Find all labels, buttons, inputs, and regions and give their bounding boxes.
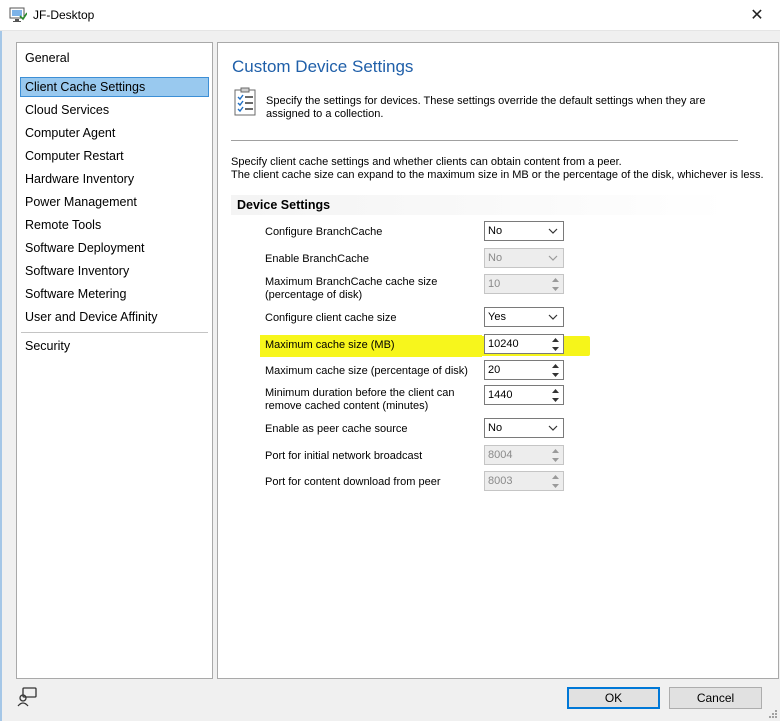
settings-nav-list: General Client Cache Settings Cloud Serv… <box>16 42 213 679</box>
select-enable-peer-cache-source[interactable]: No <box>484 418 564 438</box>
spin-value: 20 <box>488 364 501 376</box>
close-button[interactable]: ✕ <box>734 0 780 30</box>
spin-down-button[interactable] <box>548 455 563 464</box>
nav-item-computer-restart[interactable]: Computer Restart <box>20 146 209 166</box>
spin-value: 10240 <box>488 338 519 350</box>
nav-item-client-cache-settings[interactable]: Client Cache Settings <box>20 77 209 97</box>
label-port-initial-broadcast: Port for initial network broadcast <box>265 450 423 462</box>
spin-up-icon <box>552 448 559 453</box>
spin-buttons <box>548 386 563 404</box>
spin-down-button[interactable] <box>548 370 563 379</box>
page-title: Custom Device Settings <box>232 57 414 76</box>
nav-item-software-inventory[interactable]: Software Inventory <box>20 261 209 281</box>
spin-up-icon <box>552 363 559 368</box>
spin-down-button[interactable] <box>548 395 563 404</box>
select-value: No <box>488 422 503 434</box>
spin-up-icon <box>552 277 559 282</box>
spin-down-icon <box>552 286 559 291</box>
nav-item-software-metering[interactable]: Software Metering <box>20 284 209 304</box>
spin-down-button[interactable] <box>548 284 563 293</box>
spin-up-icon <box>552 337 559 342</box>
device-settings-icon <box>9 7 27 22</box>
ok-button[interactable]: OK <box>567 687 660 709</box>
label-max-cache-size-mb: Maximum cache size (MB) <box>265 339 395 351</box>
user-feedback-icon[interactable] <box>16 686 38 708</box>
nav-item-security[interactable]: Security <box>20 336 209 356</box>
label-min-duration-before-remove: Minimum duration before the client can r… <box>265 387 455 412</box>
window-title: JF-Desktop <box>33 8 95 22</box>
spin-value: 8003 <box>488 475 513 487</box>
label-max-cache-size-percent: Maximum cache size (percentage of disk) <box>265 365 468 377</box>
spin-up-button[interactable] <box>548 446 563 455</box>
spin-up-button[interactable] <box>548 472 563 481</box>
spin-down-button[interactable] <box>548 481 563 490</box>
spin-buttons <box>548 361 563 379</box>
resize-grip-icon[interactable] <box>768 709 778 719</box>
chevron-down-icon <box>548 314 558 320</box>
chevron-down-icon <box>548 425 558 431</box>
title-bar: JF-Desktop ✕ <box>0 0 780 31</box>
spin-max-cache-size-percent[interactable]: 20 <box>484 360 564 380</box>
spin-up-button[interactable] <box>548 361 563 370</box>
spin-up-button[interactable] <box>548 275 563 284</box>
description-line-1: Specify client cache settings and whethe… <box>231 156 622 168</box>
nav-item-software-deployment[interactable]: Software Deployment <box>20 238 209 258</box>
select-value: Yes <box>488 311 506 323</box>
nav-item-hardware-inventory[interactable]: Hardware Inventory <box>20 169 209 189</box>
label-max-branchcache-size: Maximum BranchCache cache size (percenta… <box>265 276 438 301</box>
select-enable-branchcache[interactable]: No <box>484 248 564 268</box>
select-value: No <box>488 252 503 264</box>
header-divider <box>231 140 738 141</box>
nav-item-power-management[interactable]: Power Management <box>20 192 209 212</box>
spin-buttons <box>548 335 563 353</box>
spin-down-button[interactable] <box>548 344 563 353</box>
description-text: Specify client cache settings and whethe… <box>231 156 776 182</box>
label-configure-client-cache-size: Configure client cache size <box>265 312 397 324</box>
spin-port-initial-broadcast[interactable]: 8004 <box>484 445 564 465</box>
spin-down-icon <box>552 483 559 488</box>
nav-item-cloud-services[interactable]: Cloud Services <box>20 100 209 120</box>
nav-item-general[interactable]: General <box>20 48 209 68</box>
intro-text: Specify the settings for devices. These … <box>266 95 706 120</box>
spin-down-icon <box>552 372 559 377</box>
select-configure-client-cache-size[interactable]: Yes <box>484 307 564 327</box>
spin-value: 10 <box>488 278 501 290</box>
label-enable-branchcache: Enable BranchCache <box>265 253 369 265</box>
select-value: No <box>488 225 503 237</box>
spin-buttons <box>548 275 563 293</box>
spin-up-button[interactable] <box>548 386 563 395</box>
spin-buttons <box>548 472 563 490</box>
spin-up-icon <box>552 388 559 393</box>
spin-min-duration[interactable]: 1440 <box>484 385 564 405</box>
spin-max-branchcache-size[interactable]: 10 <box>484 274 564 294</box>
window-edge <box>0 31 2 721</box>
spin-buttons <box>548 446 563 464</box>
section-header-device-settings: Device Settings <box>231 195 728 215</box>
spin-port-content-download[interactable]: 8003 <box>484 471 564 491</box>
nav-separator <box>21 332 208 333</box>
close-icon: ✕ <box>750 7 764 24</box>
chevron-down-icon <box>548 228 558 234</box>
spin-down-icon <box>552 457 559 462</box>
select-configure-branchcache[interactable]: No <box>484 221 564 241</box>
chevron-down-icon <box>548 255 558 261</box>
spin-value: 8004 <box>488 449 513 461</box>
label-port-content-download: Port for content download from peer <box>265 476 441 488</box>
cancel-button[interactable]: Cancel <box>669 687 762 709</box>
nav-item-user-and-device-affinity[interactable]: User and Device Affinity <box>20 307 209 327</box>
spin-up-button[interactable] <box>548 335 563 344</box>
label-enable-peer-cache-source: Enable as peer cache source <box>265 423 408 435</box>
label-configure-branchcache: Configure BranchCache <box>265 226 383 238</box>
spin-up-icon <box>552 474 559 479</box>
checklist-icon <box>234 87 256 116</box>
nav-item-remote-tools[interactable]: Remote Tools <box>20 215 209 235</box>
spin-max-cache-size-mb[interactable]: 10240 <box>484 334 564 354</box>
description-line-2: The client cache size can expand to the … <box>231 169 764 181</box>
nav-item-computer-agent[interactable]: Computer Agent <box>20 123 209 143</box>
spin-down-icon <box>552 346 559 351</box>
spin-down-icon <box>552 397 559 402</box>
spin-value: 1440 <box>488 389 513 401</box>
